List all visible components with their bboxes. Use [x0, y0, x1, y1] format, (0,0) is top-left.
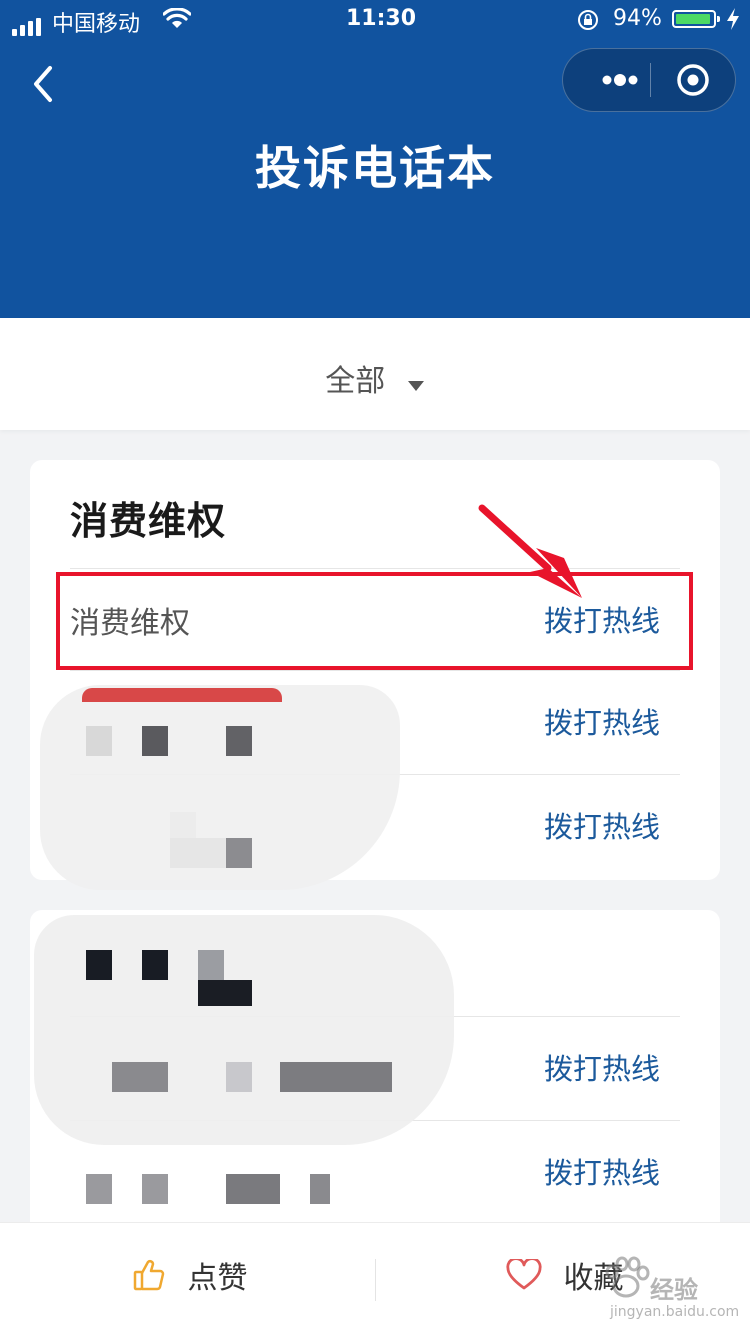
header: 中国移动 11:30 94% 投诉电话本	[0, 0, 750, 318]
battery-percent: 94%	[613, 6, 662, 31]
call-hotline-button[interactable]: 拨打热线	[544, 804, 660, 846]
redaction-mosaic	[142, 1174, 168, 1204]
redaction-mosaic	[226, 838, 252, 868]
watermark-text: 经验	[650, 1276, 698, 1304]
baidu-jingyan-watermark: 经验 jingyan.baidu.com	[600, 1250, 740, 1330]
redaction-mosaic	[112, 1062, 168, 1092]
close-button[interactable]	[665, 49, 727, 111]
time-label: 11:30	[346, 6, 417, 31]
redaction-mosaic	[226, 1174, 280, 1204]
caret-down-icon	[407, 365, 425, 400]
battery-icon	[672, 10, 720, 28]
redaction-smudge	[82, 688, 282, 702]
call-hotline-button[interactable]: 拨打热线	[544, 700, 660, 742]
like-button[interactable]: 点赞	[132, 1253, 248, 1303]
thumbs-up-icon	[133, 1260, 165, 1291]
filter-dropdown[interactable]: 全部	[0, 356, 750, 400]
redaction-mosaic	[198, 980, 252, 1006]
more-dots-icon	[602, 74, 638, 86]
redaction-mosaic	[170, 838, 226, 868]
redaction-mosaic	[280, 1062, 392, 1092]
signal-icon	[12, 11, 44, 36]
charging-icon	[726, 7, 740, 37]
redaction-mosaic	[86, 1174, 112, 1204]
capsule-divider	[650, 63, 651, 97]
card-title: 消费维权	[70, 499, 227, 543]
annotation-arrow-icon	[478, 504, 582, 598]
mini-program-capsule	[562, 48, 736, 112]
redaction-mosaic	[170, 812, 196, 838]
redaction-mosaic	[86, 726, 112, 756]
redaction-mosaic	[310, 1174, 330, 1204]
redaction-mosaic	[226, 1062, 252, 1092]
watermark-url: jingyan.baidu.com	[610, 1304, 740, 1320]
heart-icon	[506, 1257, 542, 1290]
filter-label: 全部	[325, 364, 386, 399]
target-circle-icon	[677, 64, 709, 96]
rotation-lock-icon	[576, 8, 600, 38]
filter-bar: 全部	[0, 318, 750, 430]
status-bar: 中国移动 11:30 94%	[0, 0, 750, 40]
call-hotline-button[interactable]: 拨打热线	[544, 1046, 660, 1088]
redaction-mosaic	[142, 950, 168, 980]
redaction-mosaic	[198, 950, 224, 980]
chevron-left-icon	[34, 66, 52, 102]
more-button[interactable]	[587, 49, 649, 111]
bottom-divider	[375, 1259, 376, 1301]
wifi-icon	[162, 7, 192, 36]
carrier-label: 中国移动	[52, 12, 141, 37]
paw-logo	[605, 1256, 650, 1298]
like-label: 点赞	[187, 1261, 248, 1296]
call-hotline-button[interactable]: 拨打热线	[544, 1150, 660, 1192]
page-title: 投诉电话本	[255, 141, 495, 195]
back-button[interactable]	[26, 60, 66, 108]
redaction-mosaic	[226, 726, 252, 756]
redaction-mosaic	[86, 950, 112, 980]
row-divider	[70, 670, 680, 671]
redaction-mosaic	[142, 726, 168, 756]
